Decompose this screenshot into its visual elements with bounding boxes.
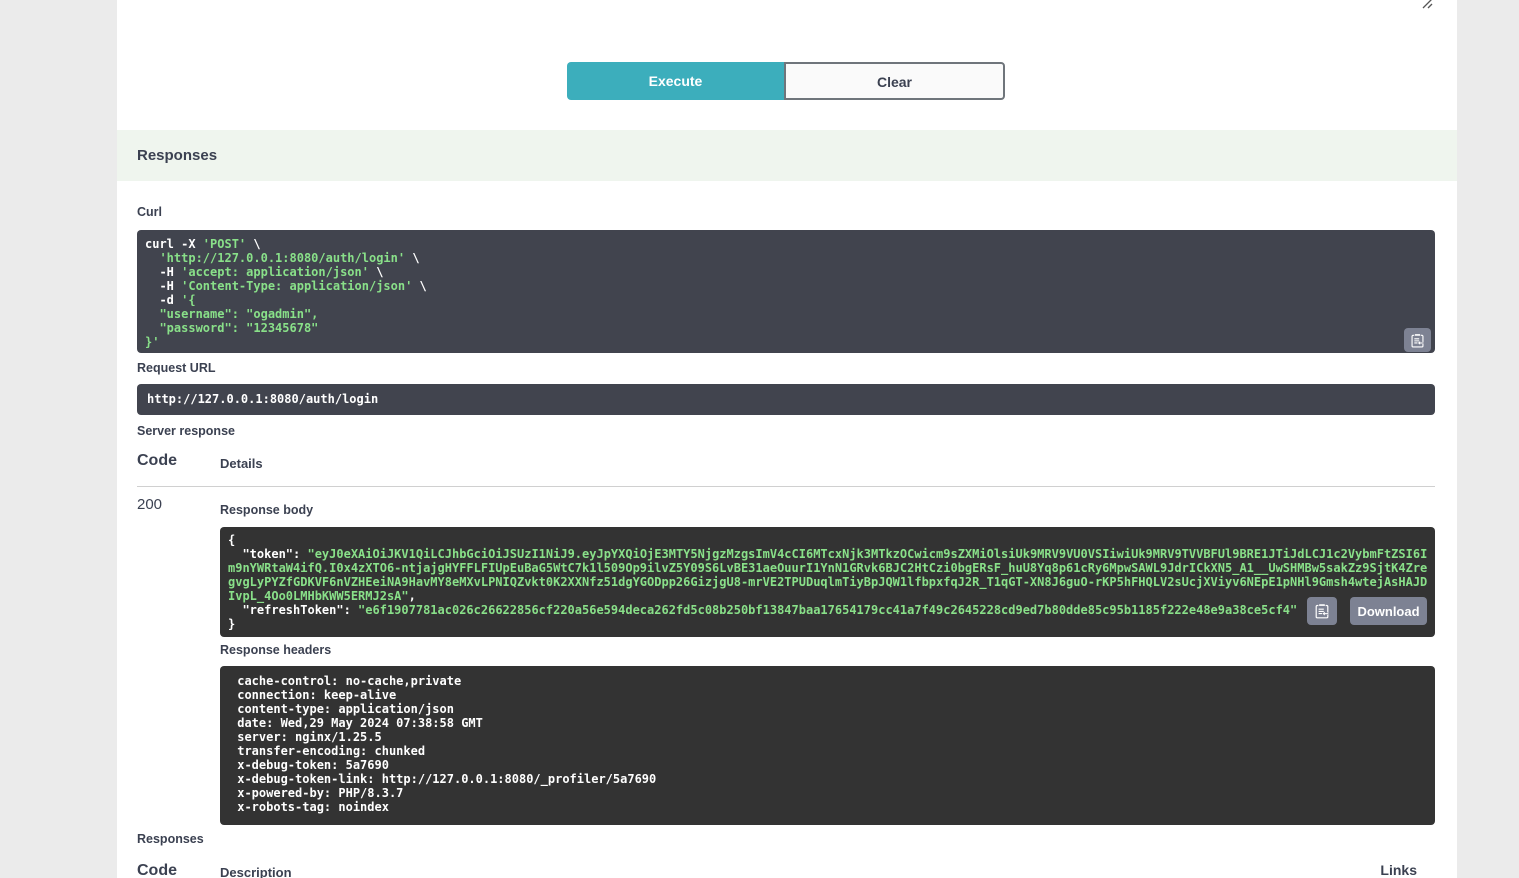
clipboard-icon: [1410, 333, 1425, 348]
resize-grip-icon[interactable]: [1417, 0, 1433, 10]
doc-description-column-header: Description: [220, 865, 292, 878]
response-headers-label: Response headers: [220, 643, 331, 657]
copy-response-body-button[interactable]: [1307, 597, 1337, 625]
server-response-label: Server response: [137, 424, 235, 438]
download-button[interactable]: Download: [1350, 597, 1427, 625]
operation-block-card: Execute Clear Responses Curl curl -X 'PO…: [117, 0, 1457, 878]
status-code: 200: [137, 496, 162, 513]
copy-curl-button[interactable]: [1404, 328, 1431, 352]
doc-code-column-header: Code: [137, 862, 177, 878]
request-url-value: http://127.0.0.1:8080/auth/login: [137, 384, 1435, 415]
response-body-controls: Download: [1307, 597, 1427, 625]
curl-code-block: curl -X 'POST' \ 'http://127.0.0.1:8080/…: [137, 230, 1435, 353]
details-column-header: Details: [220, 456, 263, 471]
doc-responses-label: Responses: [137, 832, 204, 846]
clear-button[interactable]: Clear: [784, 62, 1005, 100]
code-column-header: Code: [137, 452, 177, 470]
responses-section-header: Responses: [117, 130, 1457, 181]
response-body-label: Response body: [220, 503, 313, 517]
responses-section-title: Responses: [137, 147, 217, 164]
response-body-code-block: { "token": "eyJ0eXAiOiJKV1QiLCJhbGciOiJS…: [220, 527, 1435, 637]
execute-clear-button-group: Execute Clear: [567, 62, 1005, 100]
curl-label: Curl: [137, 205, 162, 219]
request-url-label: Request URL: [137, 361, 215, 375]
response-headers-block: cache-control: no-cache,private connecti…: [220, 666, 1435, 825]
doc-links-column-header: Links: [1380, 862, 1417, 878]
page-background: { "colors": { "accent_teal": "#3CAEBC", …: [0, 0, 1519, 878]
execute-button[interactable]: Execute: [567, 62, 784, 100]
table-header-divider: [137, 486, 1435, 487]
clipboard-icon: [1314, 603, 1330, 619]
